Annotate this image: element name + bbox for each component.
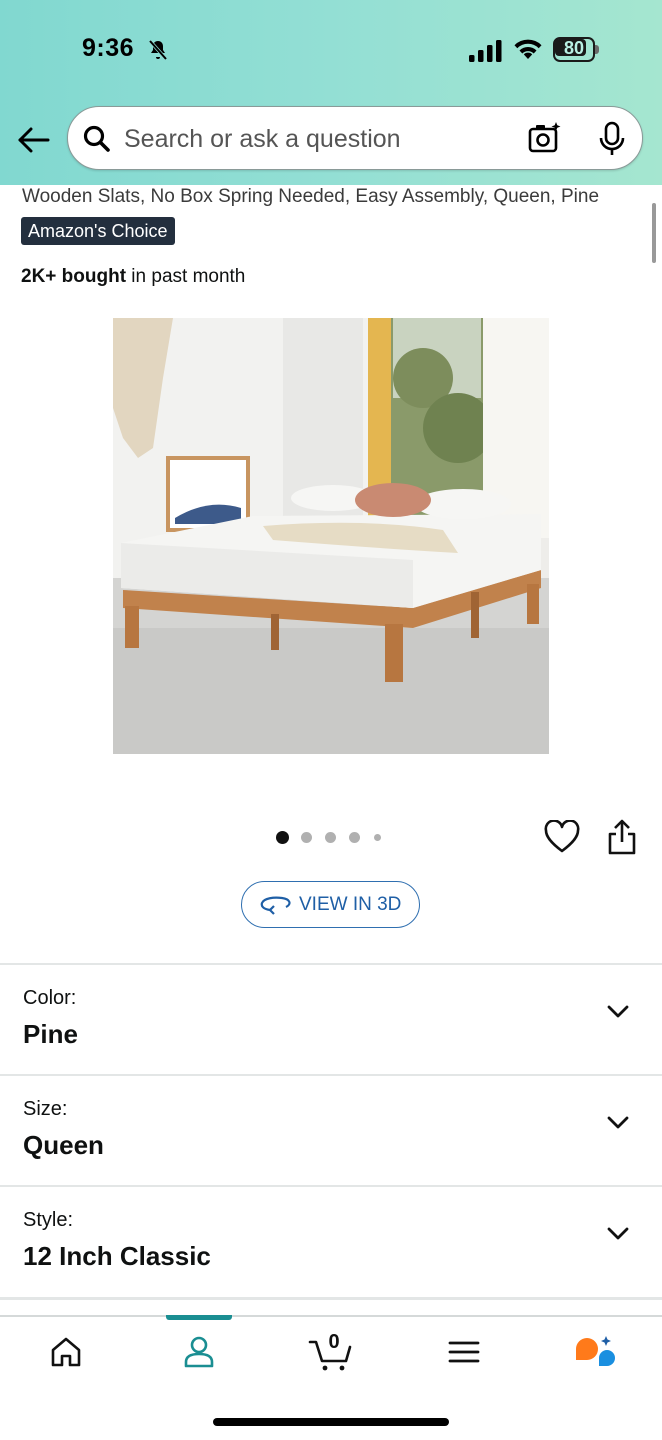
search-bar[interactable] xyxy=(67,106,643,170)
camera-search-icon[interactable] xyxy=(528,121,562,155)
pagination-dot[interactable] xyxy=(374,834,381,841)
search-icon xyxy=(83,125,110,152)
status-time: 9:36 xyxy=(82,34,135,62)
product-title[interactable]: Wooden Slats, No Box Spring Needed, Easy… xyxy=(22,186,599,208)
bought-count: 2K+ bought in past month xyxy=(21,266,245,288)
view-in-3d-button[interactable]: VIEW IN 3D xyxy=(241,881,420,928)
chevron-down-icon xyxy=(607,1005,629,1018)
heart-icon[interactable] xyxy=(544,820,580,856)
variation-size[interactable]: Size: Queen xyxy=(0,1074,662,1185)
chevron-down-icon xyxy=(607,1116,629,1129)
menu-icon[interactable] xyxy=(446,1334,482,1370)
search-input[interactable] xyxy=(124,119,504,159)
rotate-3d-icon xyxy=(260,896,291,915)
bought-count-bold: 2K+ bought xyxy=(21,266,127,287)
pagination-dot[interactable] xyxy=(276,831,289,844)
variation-label: Color: xyxy=(23,987,77,1009)
battery-indicator: 80 xyxy=(553,37,599,62)
variation-value: Queen xyxy=(23,1130,104,1160)
bell-muted-icon xyxy=(148,39,168,61)
bought-count-rest: in past month xyxy=(126,266,246,287)
variation-style[interactable]: Style: 12 Inch Classic xyxy=(0,1185,662,1296)
cart-count: 0 xyxy=(328,1331,340,1353)
app-header: 9:36 80 xyxy=(0,0,662,185)
home-icon[interactable] xyxy=(48,1334,84,1370)
battery-percent: 80 xyxy=(563,38,585,58)
back-arrow-icon[interactable] xyxy=(16,124,52,156)
variation-label: Style: xyxy=(23,1209,74,1231)
cellular-signal-icon xyxy=(469,40,502,62)
view-in-3d-label: VIEW IN 3D xyxy=(299,894,402,915)
cart-button[interactable]: 0 xyxy=(308,1331,354,1372)
variation-value: 12 Inch Classic xyxy=(23,1241,211,1271)
product-image[interactable] xyxy=(113,318,549,754)
variation-value: Pine xyxy=(23,1019,78,1049)
home-indicator xyxy=(213,1418,449,1426)
pagination-dot[interactable] xyxy=(325,832,336,843)
account-icon[interactable] xyxy=(181,1334,217,1370)
section-divider xyxy=(0,1297,662,1300)
pagination-dot[interactable] xyxy=(349,832,360,843)
amazons-choice-badge: Amazon's Choice xyxy=(21,217,175,245)
scrollbar-thumb xyxy=(652,203,656,263)
active-tab-indicator xyxy=(166,1315,232,1320)
rufus-assistant-icon[interactable] xyxy=(573,1334,615,1372)
variation-label: Size: xyxy=(23,1098,68,1120)
microphone-icon[interactable] xyxy=(598,121,626,157)
share-icon[interactable] xyxy=(607,818,637,856)
variation-color[interactable]: Color: Pine xyxy=(0,963,662,1074)
wifi-icon xyxy=(514,39,542,59)
chevron-down-icon xyxy=(607,1227,629,1240)
pagination-dot[interactable] xyxy=(301,832,312,843)
